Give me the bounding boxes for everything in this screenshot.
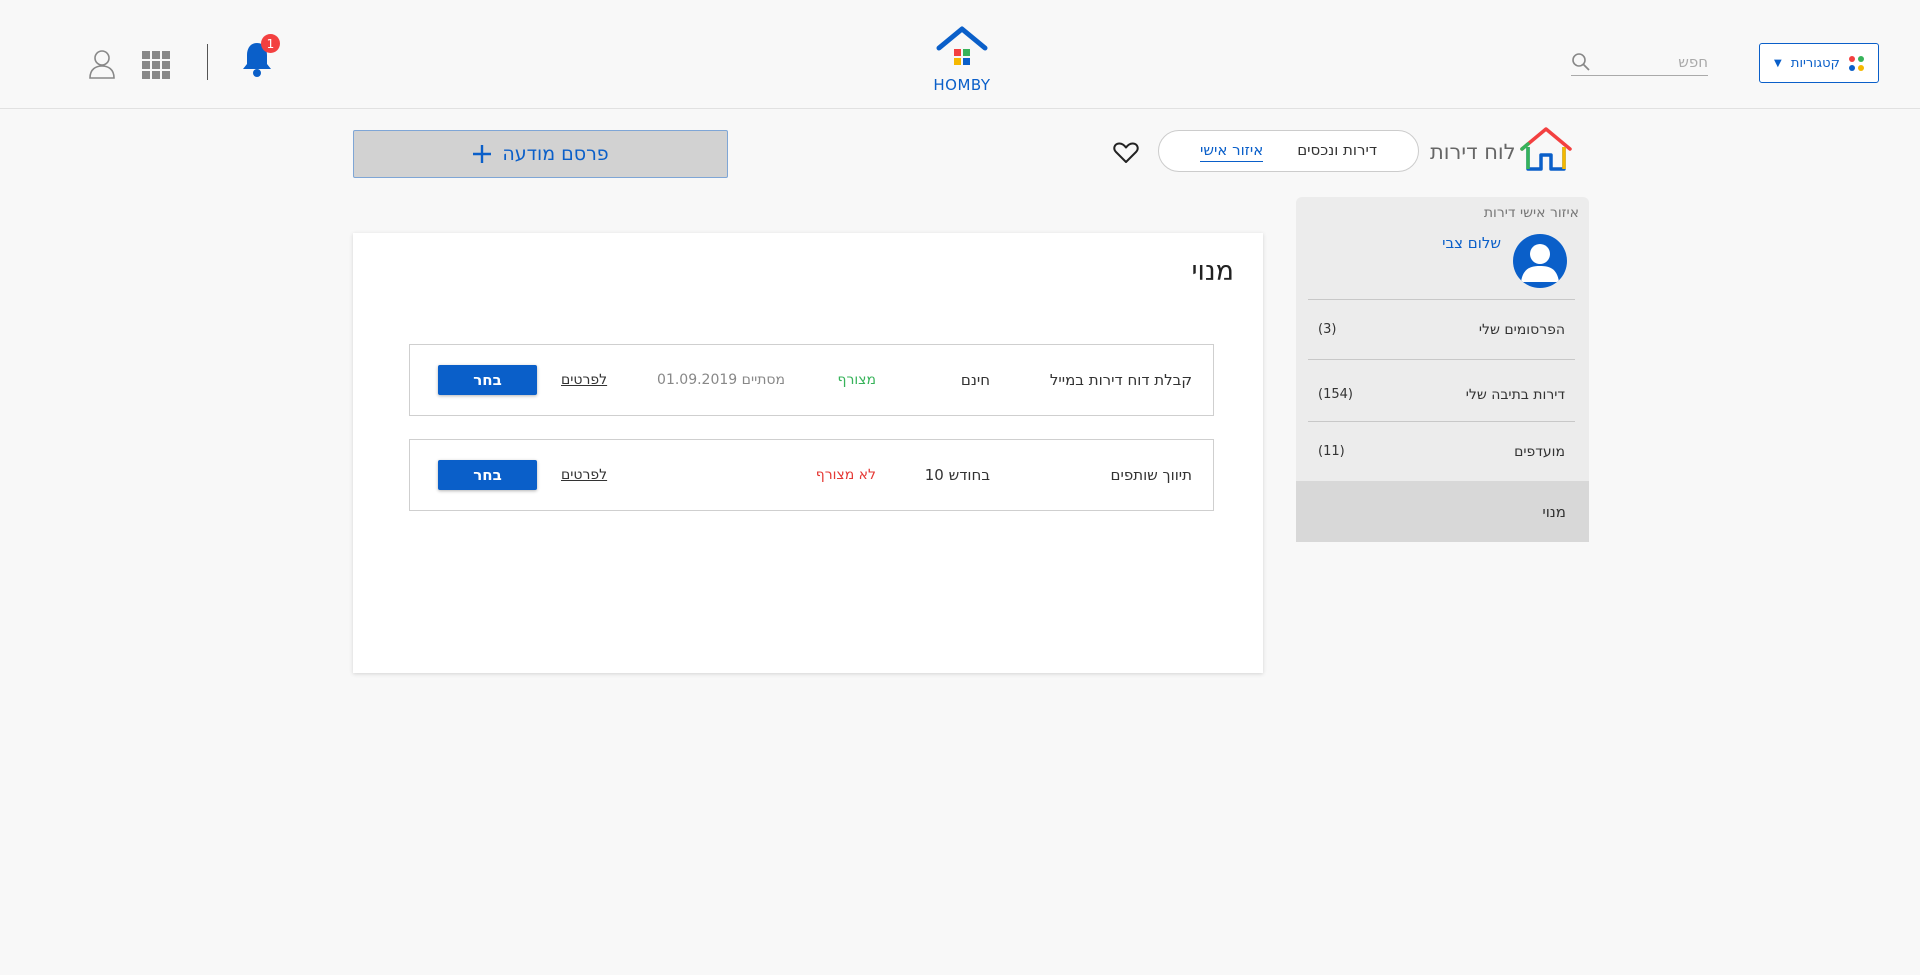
avatar[interactable] <box>1513 234 1567 288</box>
sidebar-item-label: הפרסומים שלי <box>1478 321 1565 338</box>
section-tabs: דירות ונכסים איזור אישי <box>1158 130 1419 172</box>
header-divider <box>207 44 208 80</box>
subscription-panel: מנוי קבלת דוח דירות במייל חינם מצורף מסת… <box>353 233 1263 673</box>
user-avatar-icon <box>1521 244 1559 282</box>
user-account-button[interactable] <box>88 49 116 83</box>
details-link[interactable]: לפרטים <box>561 372 607 388</box>
subscription-price: חינם <box>960 371 990 389</box>
notifications-button[interactable]: 1 <box>241 34 280 80</box>
select-button[interactable]: בחר <box>438 365 537 395</box>
apps-grid-icon <box>142 51 170 79</box>
board-logo <box>1518 125 1574 177</box>
subscription-row: תיווך שותפים בחודש 10 לא מצורף לפרטים בח… <box>409 439 1214 511</box>
sidebar-item-label: דירות בתיבה שלי <box>1465 386 1565 403</box>
publish-ad-label: פרסם מודעה <box>502 143 609 165</box>
caret-down-icon: ▼ <box>1774 57 1782 69</box>
categories-grid-icon <box>1849 55 1864 71</box>
sidebar-item-favorites[interactable]: מועדפים (11) <box>1308 421 1575 481</box>
apps-grid-button[interactable] <box>142 51 170 83</box>
page-title: מנוי <box>1191 256 1234 287</box>
brand-name: HOMBY <box>933 76 991 94</box>
tab-apartments[interactable]: דירות ונכסים <box>1297 141 1377 161</box>
tab-personal-area[interactable]: איזור אישי <box>1199 141 1264 162</box>
plus-icon <box>473 145 492 163</box>
house-logo-icon <box>936 26 988 65</box>
subscription-row: קבלת דוח דירות במייל חינם מצורף מסתיים 0… <box>409 344 1214 416</box>
sidebar-item-label: מועדפים <box>1514 443 1565 460</box>
favorites-button[interactable] <box>1113 142 1139 168</box>
sidebar-item-count: (3) <box>1318 322 1337 337</box>
heart-icon <box>1113 142 1139 163</box>
notification-badge: 1 <box>261 34 280 53</box>
subscription-end-date: מסתיים 01.09.2019 <box>657 372 785 388</box>
colored-house-icon <box>1520 127 1572 171</box>
sidebar-item-subscription[interactable]: מנוי <box>1296 481 1589 542</box>
sidebar-item-label: מנוי <box>1542 502 1566 521</box>
sidebar-item-count: (154) <box>1318 387 1353 402</box>
board-title: לוח דירות <box>1430 140 1516 164</box>
subscription-price: בחודש 10 <box>924 466 990 484</box>
personal-area-sidebar: איזור אישי דירות שלום צבי הפרסומים שלי (… <box>1296 197 1589 542</box>
sidebar-title: איזור אישי דירות <box>1483 205 1579 221</box>
top-header: ▼ קטגוריות HOMBY 1 <box>0 0 1920 109</box>
sidebar-item-my-posts[interactable]: הפרסומים שלי (3) <box>1308 299 1575 359</box>
categories-dropdown[interactable]: ▼ קטגוריות <box>1759 43 1879 83</box>
homby-logo[interactable]: HOMBY <box>932 26 992 96</box>
subscription-name: תיווך שותפים <box>1110 466 1192 484</box>
publish-ad-button[interactable]: פרסם מודעה <box>353 130 728 178</box>
user-icon <box>89 50 115 79</box>
subscription-name: קבלת דוח דירות במייל <box>1049 371 1192 389</box>
categories-label: קטגוריות <box>1790 55 1840 71</box>
sidebar-item-count: (11) <box>1318 444 1345 459</box>
username[interactable]: שלום צבי <box>1442 234 1501 252</box>
subscription-status: מצורף <box>837 372 877 388</box>
search-input[interactable] <box>1608 52 1708 71</box>
search-box <box>1571 48 1708 76</box>
subscription-status: לא מצורף <box>815 467 876 483</box>
select-button[interactable]: בחר <box>438 460 537 490</box>
search-icon[interactable] <box>1571 52 1591 72</box>
sidebar-item-my-inbox[interactable]: דירות בתיבה שלי (154) <box>1308 359 1575 421</box>
details-link[interactable]: לפרטים <box>561 467 607 483</box>
